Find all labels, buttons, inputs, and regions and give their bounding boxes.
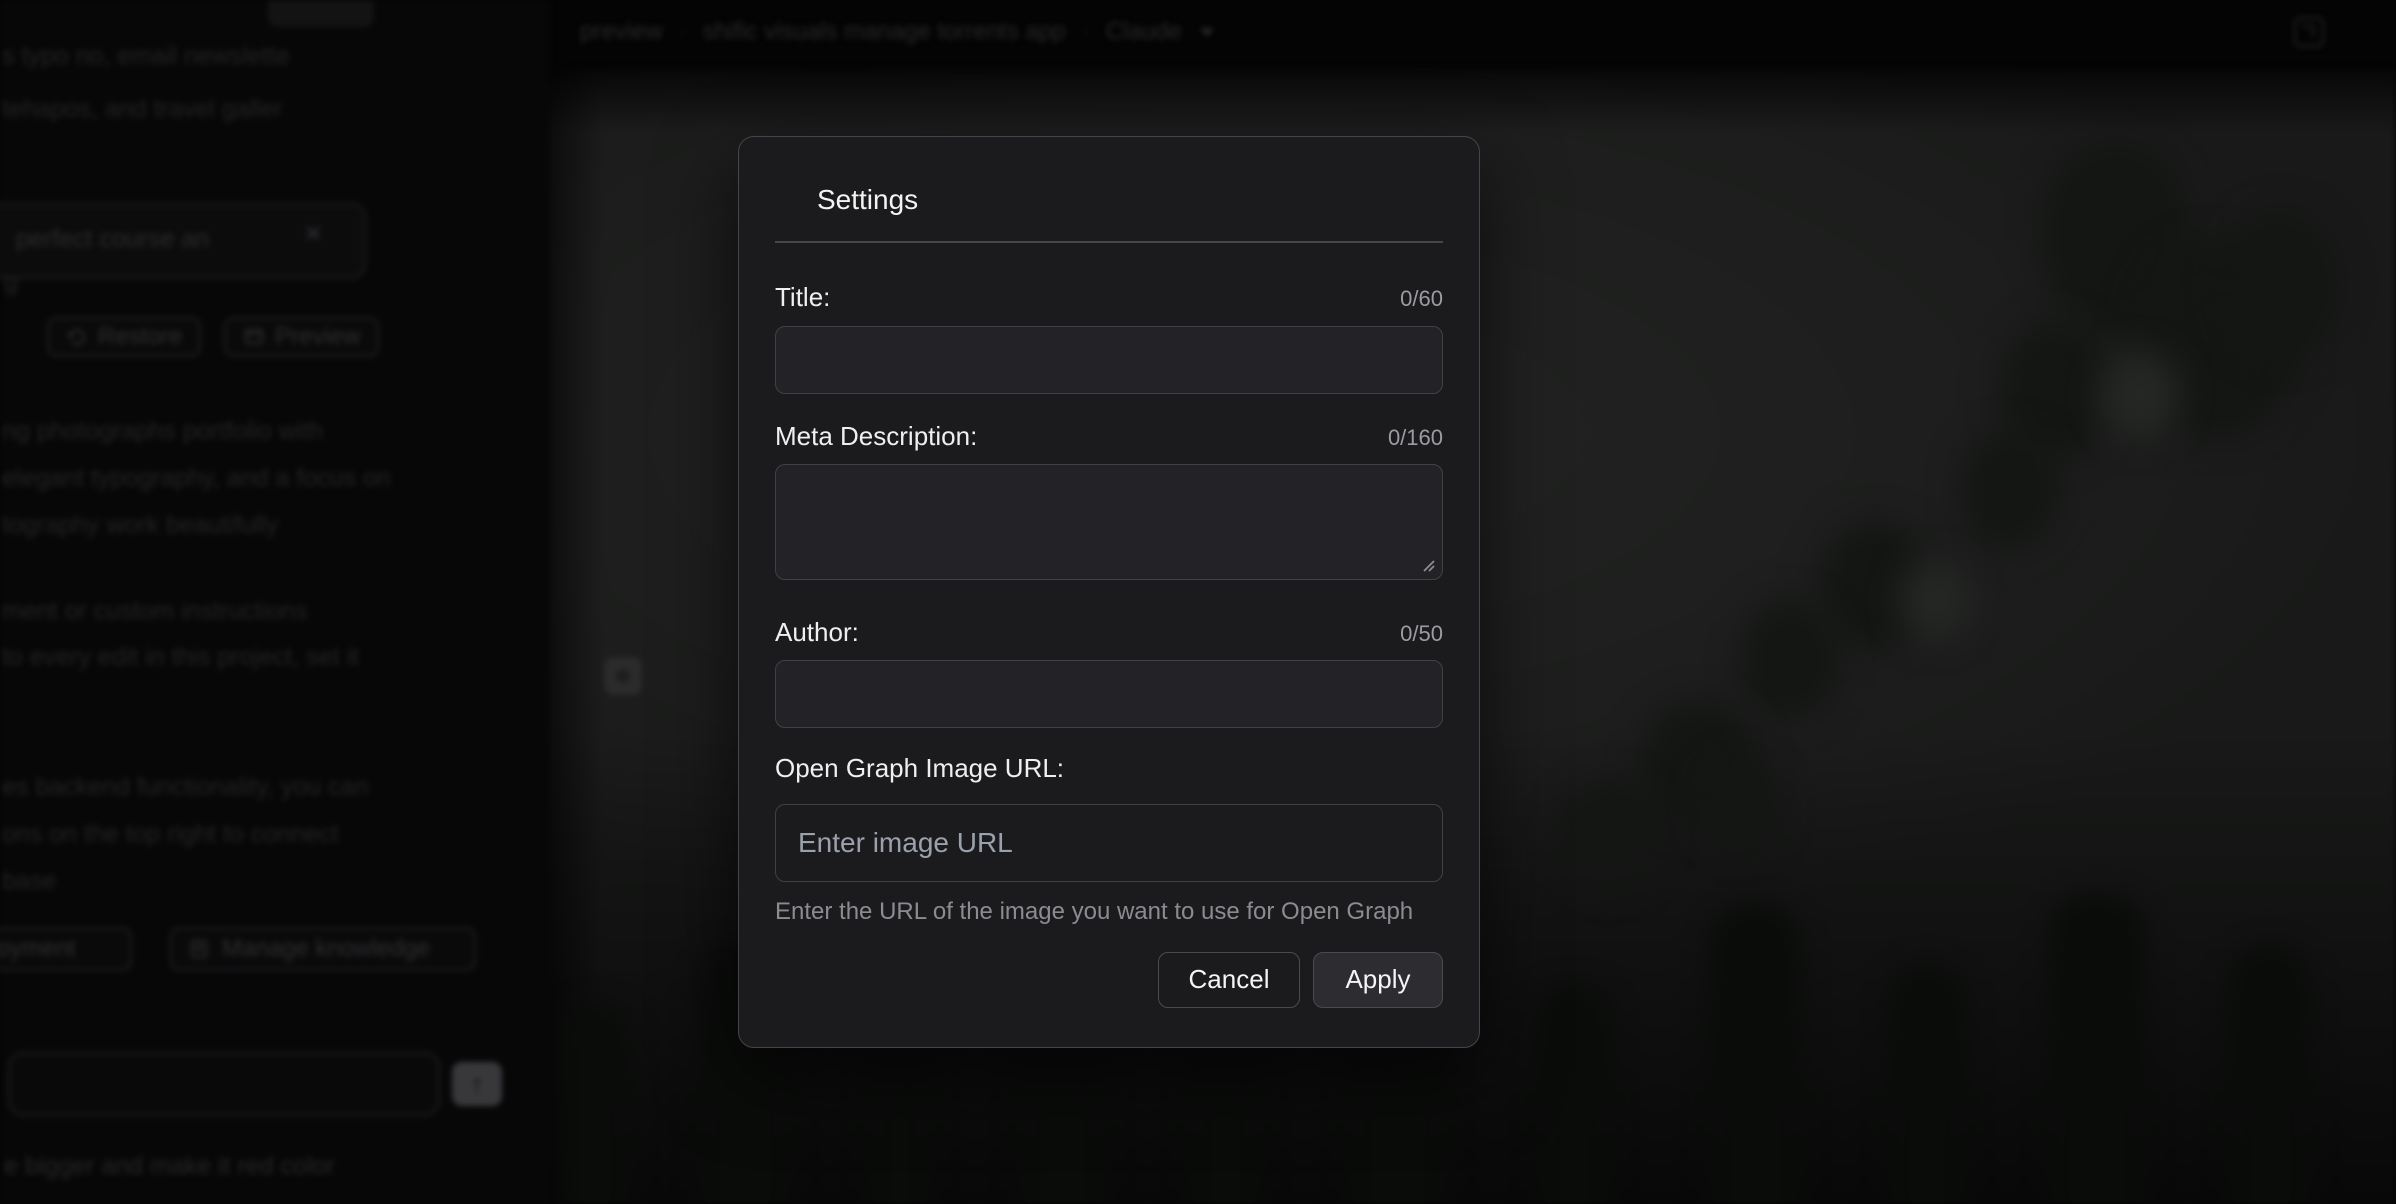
author-field-row: Author: 0/50 — [775, 616, 1443, 648]
breadcrumb-item-claude[interactable]: Claude — [1106, 18, 1182, 46]
meta-description-field-row: Meta Description: 0/160 — [775, 420, 1443, 452]
chat-line: base — [2, 867, 56, 895]
breadcrumb-separator: · — [1082, 18, 1090, 46]
author-char-counter: 0/50 — [1400, 621, 1443, 647]
foliage-blur — [2220, 210, 2340, 360]
chat-line: tography work beautifully — [2, 511, 279, 539]
preview-button[interactable]: Preview — [224, 317, 379, 357]
chat-line: to every edit in this project, set it — [2, 643, 359, 671]
foliage-blur — [1740, 600, 1840, 720]
title-field-row: Title: 0/60 — [775, 281, 1443, 313]
preview-icon — [243, 326, 265, 348]
og-image-field-row: Open Graph Image URL: — [775, 752, 1443, 784]
close-icon[interactable]: × — [304, 219, 322, 249]
image-placeholder-icon — [604, 657, 642, 695]
chat-line: s typo no, email newslette — [2, 42, 290, 70]
meta-description-char-counter: 0/160 — [1388, 425, 1443, 451]
deployment-button-label: ployment — [0, 935, 75, 963]
restore-button-label: Restore — [98, 323, 182, 351]
knowledge-icon — [188, 938, 210, 960]
chat-line: g — [4, 268, 18, 297]
attachment-chip[interactable]: perfect course an × — [0, 203, 366, 279]
chat-line: es backend functionality, you can — [2, 773, 368, 801]
chat-message-fragment: es backend functionality, you can ons on … — [2, 764, 368, 905]
dialog-title: Settings — [817, 183, 1443, 217]
cancel-button[interactable]: Cancel — [1158, 952, 1300, 1008]
og-image-helper-text: Enter the URL of the image you want to u… — [775, 898, 1443, 926]
chat-line: elegant typography, and a focus on — [2, 464, 391, 492]
breadcrumb[interactable]: preview · shific visuals manage torrents… — [580, 18, 1214, 46]
breadcrumb-item-preview[interactable]: preview — [580, 18, 663, 46]
divider — [775, 241, 1443, 243]
chat-sidebar: s typo no, email newslette tehapos, and t… — [0, 0, 550, 1204]
chevron-down-icon[interactable] — [1200, 28, 1214, 37]
foliage-blur — [1960, 430, 2060, 550]
tree-shape — [560, 1004, 630, 1204]
chat-input[interactable] — [8, 1052, 440, 1116]
manage-knowledge-button[interactable]: Manage knowledge — [170, 927, 476, 971]
top-bar: preview · shific visuals manage torrents… — [550, 0, 2396, 69]
breadcrumb-item-app[interactable]: shific visuals manage torrents app — [703, 18, 1066, 46]
apply-button[interactable]: Apply — [1313, 952, 1443, 1008]
send-button[interactable]: ↑ — [452, 1062, 502, 1106]
title-label: Title: — [775, 281, 830, 313]
sidebar-top-tab — [268, 0, 374, 27]
chat-line: ng photographs portfolio with — [2, 417, 323, 445]
foliage-blur — [1700, 760, 1780, 850]
chat-line: tehapos, and travel galler — [2, 95, 283, 123]
tree-shape — [1540, 984, 1610, 1204]
foliage-blur — [2100, 350, 2180, 440]
resize-handle-icon[interactable] — [1420, 557, 1436, 573]
tree-shape — [2230, 944, 2310, 1204]
preview-button-label: Preview — [275, 323, 360, 351]
settings-dialog: Settings Title: 0/60 Meta Description: 0… — [738, 136, 1480, 1048]
chat-message-fragment: ment or custom instructions to every edit… — [2, 588, 359, 680]
meta-description-label: Meta Description: — [775, 420, 977, 452]
meta-description-textarea[interactable] — [775, 464, 1443, 580]
dialog-actions: Cancel Apply — [775, 952, 1443, 1008]
app-root: s typo no, email newslette tehapos, and t… — [0, 0, 2396, 1204]
breadcrumb-separator: · — [679, 18, 687, 46]
tree-shape — [870, 1034, 930, 1204]
tree-shape — [1710, 904, 1800, 1204]
attachment-chip-label: perfect course an — [16, 225, 209, 254]
restore-button[interactable]: Restore — [47, 317, 201, 357]
author-input[interactable] — [775, 660, 1443, 728]
manage-knowledge-label: Manage knowledge — [222, 935, 430, 963]
title-input[interactable] — [775, 326, 1443, 394]
author-label: Author: — [775, 616, 859, 648]
chat-message-fragment: e bigger and make it red color — [4, 1152, 335, 1181]
expand-icon[interactable] — [2294, 17, 2324, 47]
chat-line: ons on the top right to connect — [2, 820, 338, 848]
og-image-url-input[interactable] — [775, 804, 1443, 882]
tree-shape — [1890, 964, 1965, 1204]
restore-icon — [66, 326, 88, 348]
artifact-actions: Restore Preview — [47, 317, 379, 357]
meta-description-wrapper — [775, 464, 1443, 580]
chat-message-fragment: s typo no, email newslette tehapos, and t… — [2, 30, 290, 136]
title-char-counter: 0/60 — [1400, 286, 1443, 312]
foliage-blur — [1900, 560, 1970, 640]
deployment-button[interactable]: ployment — [0, 927, 132, 971]
send-icon: ↑ — [471, 1069, 484, 1100]
chat-message-fragment: ng photographs portfolio with elegant typ… — [2, 408, 391, 549]
tree-shape — [2050, 894, 2145, 1204]
og-image-url-label: Open Graph Image URL: — [775, 752, 1064, 784]
chat-line: ment or custom instructions — [2, 597, 308, 625]
